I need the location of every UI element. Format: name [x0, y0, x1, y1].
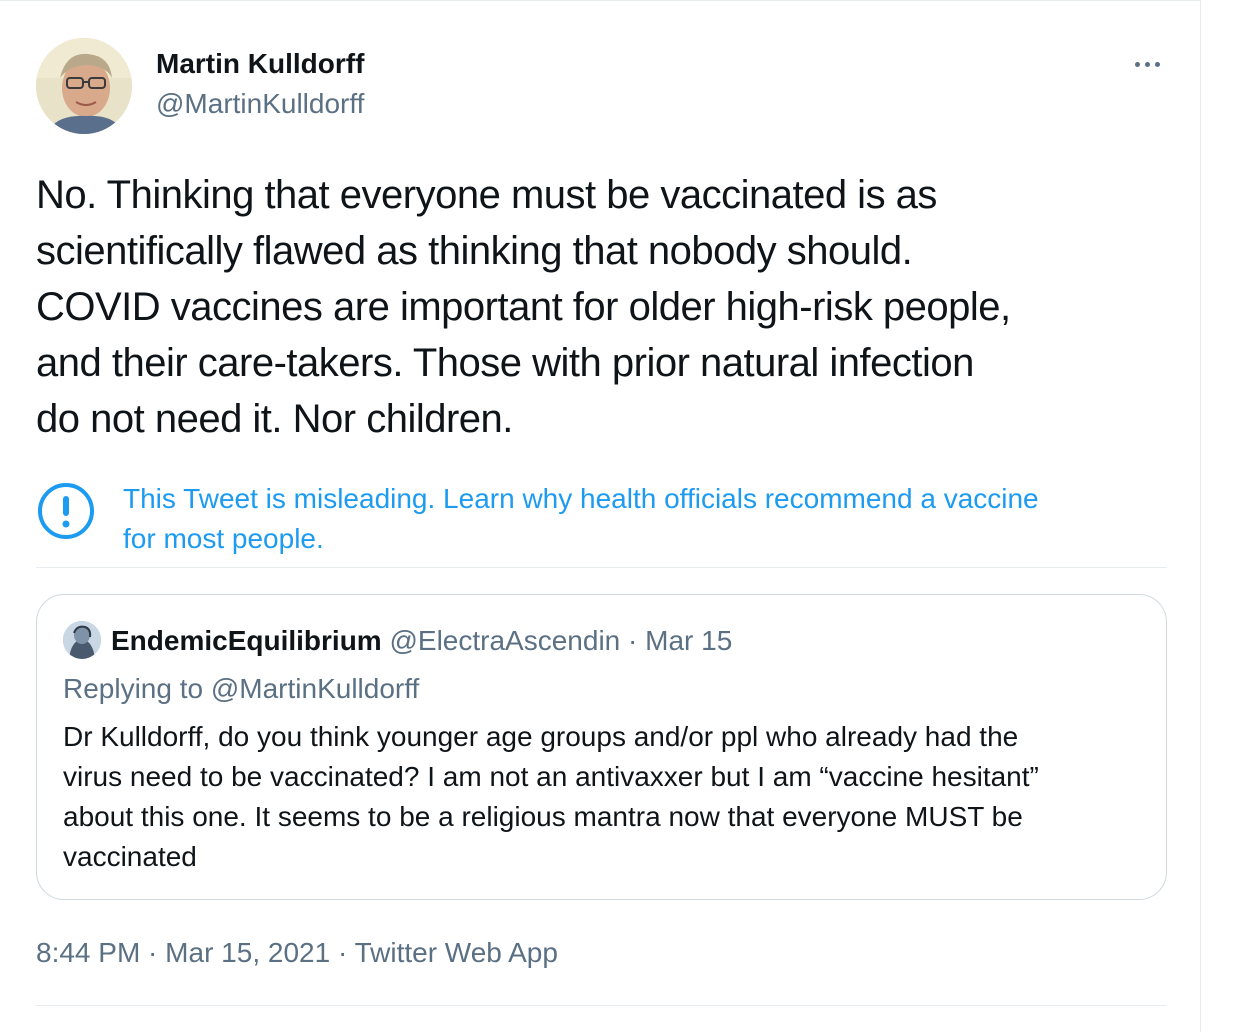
author-handle[interactable]: @MartinKulldorff — [156, 85, 364, 123]
tweet-timestamp: 8:44 PM · Mar 15, 2021 · Twitter Web App — [36, 933, 558, 973]
misleading-notice-link[interactable]: This Tweet is misleading. Learn why heal… — [123, 479, 1173, 559]
tweet-source-link[interactable]: Twitter Web App — [355, 937, 558, 968]
author-avatar-image — [36, 38, 132, 134]
tweet-time-link[interactable]: 8:44 PM — [36, 937, 140, 968]
replying-to-label: Replying to @MartinKulldorff — [63, 673, 420, 704]
dot — [1154, 61, 1160, 67]
tweet-text-line: scientifically flawed as thinking that n… — [36, 229, 913, 273]
tweet-text-line: and their care-takers. Those with prior … — [36, 341, 974, 385]
quoted-tweet-text: Dr Kulldorff, do you think younger age g… — [63, 717, 1143, 877]
dot — [1134, 61, 1140, 67]
misleading-notice-line: for most people. — [123, 523, 324, 554]
tweet-text-line: COVID vaccines are important for older h… — [36, 285, 1011, 329]
meta-separator: · — [140, 937, 166, 968]
quoted-author-handle[interactable]: @ElectraAscendin — [389, 625, 620, 656]
tweet-text-line: do not need it. Nor children. — [36, 397, 513, 441]
quoted-author-avatar-image — [63, 621, 101, 659]
quoted-tweet-date[interactable]: Mar 15 — [645, 625, 732, 656]
notice-divider — [36, 567, 1167, 568]
quoted-tweet-header: EndemicEquilibrium @ElectraAscendin · Ma… — [111, 621, 732, 661]
author-name[interactable]: Martin Kulldorff — [156, 45, 364, 83]
quoted-author-name[interactable]: EndemicEquilibrium — [111, 625, 382, 656]
tweet-date-link[interactable]: Mar 15, 2021 — [165, 937, 330, 968]
tweet-text: No. Thinking that everyone must be vacci… — [36, 167, 1176, 447]
meta-separator: · — [330, 937, 355, 968]
quoted-tweet-card[interactable]: EndemicEquilibrium @ElectraAscendin · Ma… — [36, 594, 1167, 900]
tweet-container: Martin Kulldorff @MartinKulldorff No. Th… — [0, 0, 1201, 1032]
footer-divider — [36, 1005, 1167, 1006]
author-avatar[interactable] — [36, 38, 132, 134]
meta-separator: · — [620, 625, 646, 656]
quoted-author-avatar[interactable] — [63, 621, 101, 659]
quoted-text-line: about this one. It seems to be a religio… — [63, 801, 1023, 832]
tweet-text-line: No. Thinking that everyone must be vacci… — [36, 173, 937, 217]
dot — [1144, 61, 1150, 67]
quoted-text-line: Dr Kulldorff, do you think younger age g… — [63, 721, 1019, 752]
more-options-icon[interactable] — [1127, 51, 1167, 77]
quoted-text-line: virus need to be vaccinated? I am not an… — [63, 761, 1039, 792]
quoted-text-line: vaccinated — [63, 841, 197, 872]
exclamation-circle-icon — [36, 481, 96, 541]
misleading-notice-line: This Tweet is misleading. Learn why heal… — [123, 483, 1039, 514]
